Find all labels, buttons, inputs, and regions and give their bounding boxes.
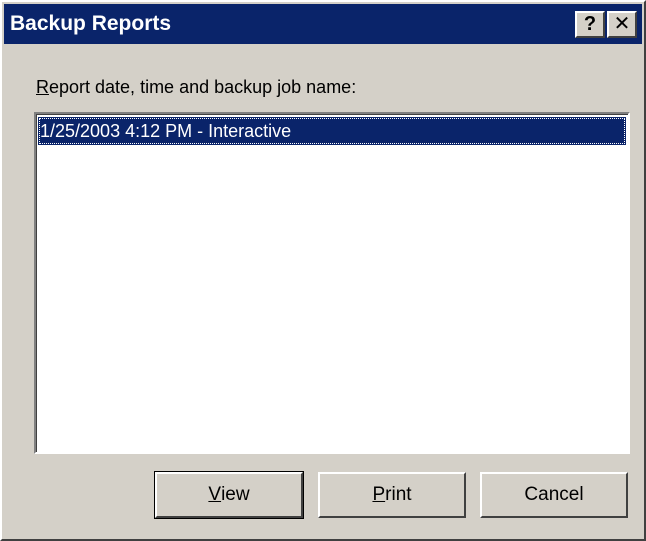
window-title: Backup Reports bbox=[10, 12, 172, 35]
view-accelerator: V bbox=[208, 484, 222, 505]
report-listbox[interactable]: 1/25/2003 4:12 PM - Interactive bbox=[34, 112, 630, 454]
print-button[interactable]: Print bbox=[318, 472, 466, 518]
title-bar[interactable]: Backup Reports ? ✕ bbox=[4, 4, 642, 44]
label-text: eport date, time and backup job name: bbox=[49, 77, 357, 97]
help-button[interactable]: ? bbox=[575, 10, 605, 38]
print-label: rint bbox=[385, 484, 412, 505]
print-accelerator: P bbox=[372, 484, 386, 505]
backup-reports-dialog: Backup Reports ? ✕ Report date, time and… bbox=[0, 0, 646, 541]
label-accelerator: R bbox=[36, 77, 49, 97]
cancel-label: Cancel bbox=[524, 484, 584, 505]
close-button[interactable]: ✕ bbox=[607, 10, 637, 38]
cancel-button[interactable]: Cancel bbox=[480, 472, 628, 518]
report-list-label: Report date, time and backup job name: bbox=[36, 77, 356, 98]
help-icon: ? bbox=[583, 13, 597, 35]
close-icon: ✕ bbox=[613, 13, 631, 35]
view-button[interactable]: View bbox=[154, 471, 304, 519]
view-label: iew bbox=[221, 484, 250, 505]
list-item[interactable]: 1/25/2003 4:12 PM - Interactive bbox=[38, 117, 626, 145]
